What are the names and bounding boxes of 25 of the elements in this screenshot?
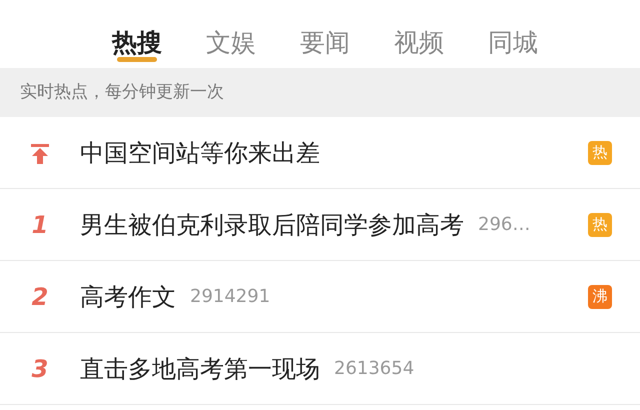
- pin-to-top-icon: [30, 142, 50, 164]
- rank-number: 1: [32, 210, 48, 240]
- tab[interactable]: 文娱: [206, 0, 256, 68]
- tab[interactable]: 同城: [488, 0, 538, 68]
- hot-badge: 沸: [588, 284, 612, 308]
- trending-row[interactable]: 3 直击多地高考第一现场 2613654: [0, 333, 640, 405]
- hot-badge: 热: [588, 212, 612, 236]
- tab[interactable]: 热搜: [112, 0, 162, 68]
- heat-count: 2613654: [334, 357, 414, 381]
- tab[interactable]: 要闻: [300, 0, 350, 68]
- trending-row[interactable]: 2 高考作文 2914291 沸: [0, 261, 640, 333]
- tab[interactable]: 视频: [394, 0, 444, 68]
- rank-number: 3: [32, 354, 48, 384]
- topic-title: 直击多地高考第一现场: [80, 354, 320, 384]
- topic-title: 中国空间站等你来出差: [80, 138, 320, 168]
- topic-title: 高考作文: [80, 282, 176, 312]
- selected-tab-indicator: [117, 57, 157, 62]
- trending-row[interactable]: 1 男生被伯克利录取后陪同学参加高考 296… 热: [0, 189, 640, 261]
- hot-badge: 热: [588, 140, 612, 164]
- heat-count: 296…: [478, 213, 530, 237]
- topic-title: 男生被伯克利录取后陪同学参加高考: [80, 210, 464, 240]
- trending-row[interactable]: 中国空间站等你来出差 热: [0, 117, 640, 189]
- rank-number: 2: [32, 282, 48, 312]
- notice-text: 实时热点，每分钟更新一次: [20, 80, 224, 104]
- heat-count: 2914291: [190, 285, 270, 309]
